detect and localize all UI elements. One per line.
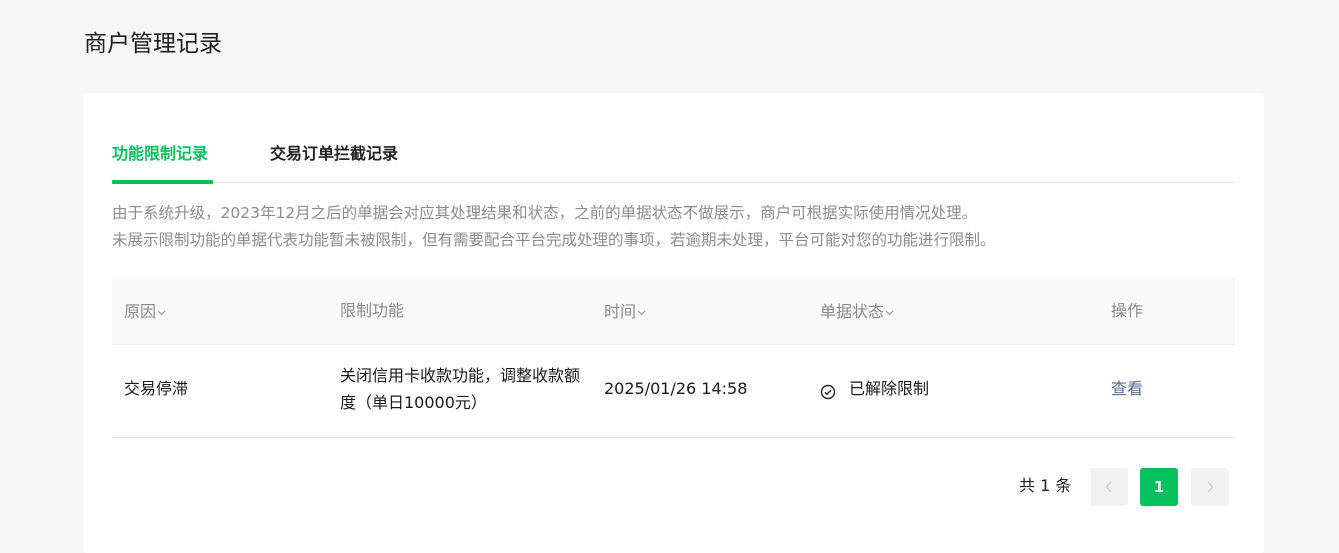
header-reason[interactable]: 原因 [124, 277, 166, 345]
chevron-down-icon [885, 277, 894, 345]
cell-status-label: 已解除限制 [849, 379, 930, 398]
pagination-total: 共 1 条 [1019, 476, 1072, 495]
header-time[interactable]: 时间 [604, 277, 646, 345]
cell-reason: 交易停滞 [124, 379, 189, 398]
notice-line-1: 由于系统升级，2023年12月之后的单据会对应其处理结果和状态，之前的单据状态不… [112, 204, 978, 222]
records-card: 功能限制记录 交易订单拦截记录 由于系统升级，2023年12月之后的单据会对应其… [83, 93, 1264, 553]
header-time-label: 时间 [604, 302, 637, 321]
tab-bar: 功能限制记录 交易订单拦截记录 [112, 130, 1235, 184]
cell-restriction: 关闭信用卡收款功能，调整收款额度（单日10000元） [340, 366, 581, 412]
cell-time: 2025/01/26 14:58 [604, 379, 748, 398]
chevron-down-icon [637, 277, 646, 345]
prev-page-button[interactable] [1090, 468, 1128, 506]
notice-line-2: 未展示限制功能的单据代表功能暂未被限制，但有需要配合平台完成处理的事项，若逾期未… [112, 231, 996, 249]
header-status-label: 单据状态 [820, 302, 885, 321]
chevron-down-icon [157, 277, 166, 345]
view-link[interactable]: 查看 [1111, 375, 1143, 402]
header-status[interactable]: 单据状态 [820, 277, 894, 345]
header-action: 操作 [1111, 301, 1144, 320]
header-reason-label: 原因 [124, 302, 157, 321]
pagination: 共 1 条 1 [83, 467, 1264, 506]
page-title: 商户管理记录 [84, 31, 222, 57]
chevron-right-icon [1206, 478, 1214, 497]
notice-text: 由于系统升级，2023年12月之后的单据会对应其处理结果和状态，之前的单据状态不… [112, 200, 1235, 254]
header-restriction: 限制功能 [340, 301, 405, 320]
next-page-button[interactable] [1191, 468, 1229, 506]
page-1-button[interactable]: 1 [1140, 468, 1178, 506]
check-circle-icon [820, 381, 836, 399]
cell-status: 已解除限制 [820, 375, 929, 402]
tab-function-restriction-records[interactable]: 功能限制记录 [112, 144, 213, 184]
records-table: 原因 限制功能 时间 单据状态 操作 交易停滞 关闭信用卡收款功能，调整收款额度… [112, 277, 1235, 438]
table-row: 交易停滞 关闭信用卡收款功能，调整收款额度（单日10000元） 2025/01/… [112, 345, 1235, 438]
table-header: 原因 限制功能 时间 单据状态 操作 [112, 277, 1235, 345]
chevron-left-icon [1105, 478, 1113, 497]
tab-transaction-interception-records[interactable]: 交易订单拦截记录 [270, 144, 398, 183]
